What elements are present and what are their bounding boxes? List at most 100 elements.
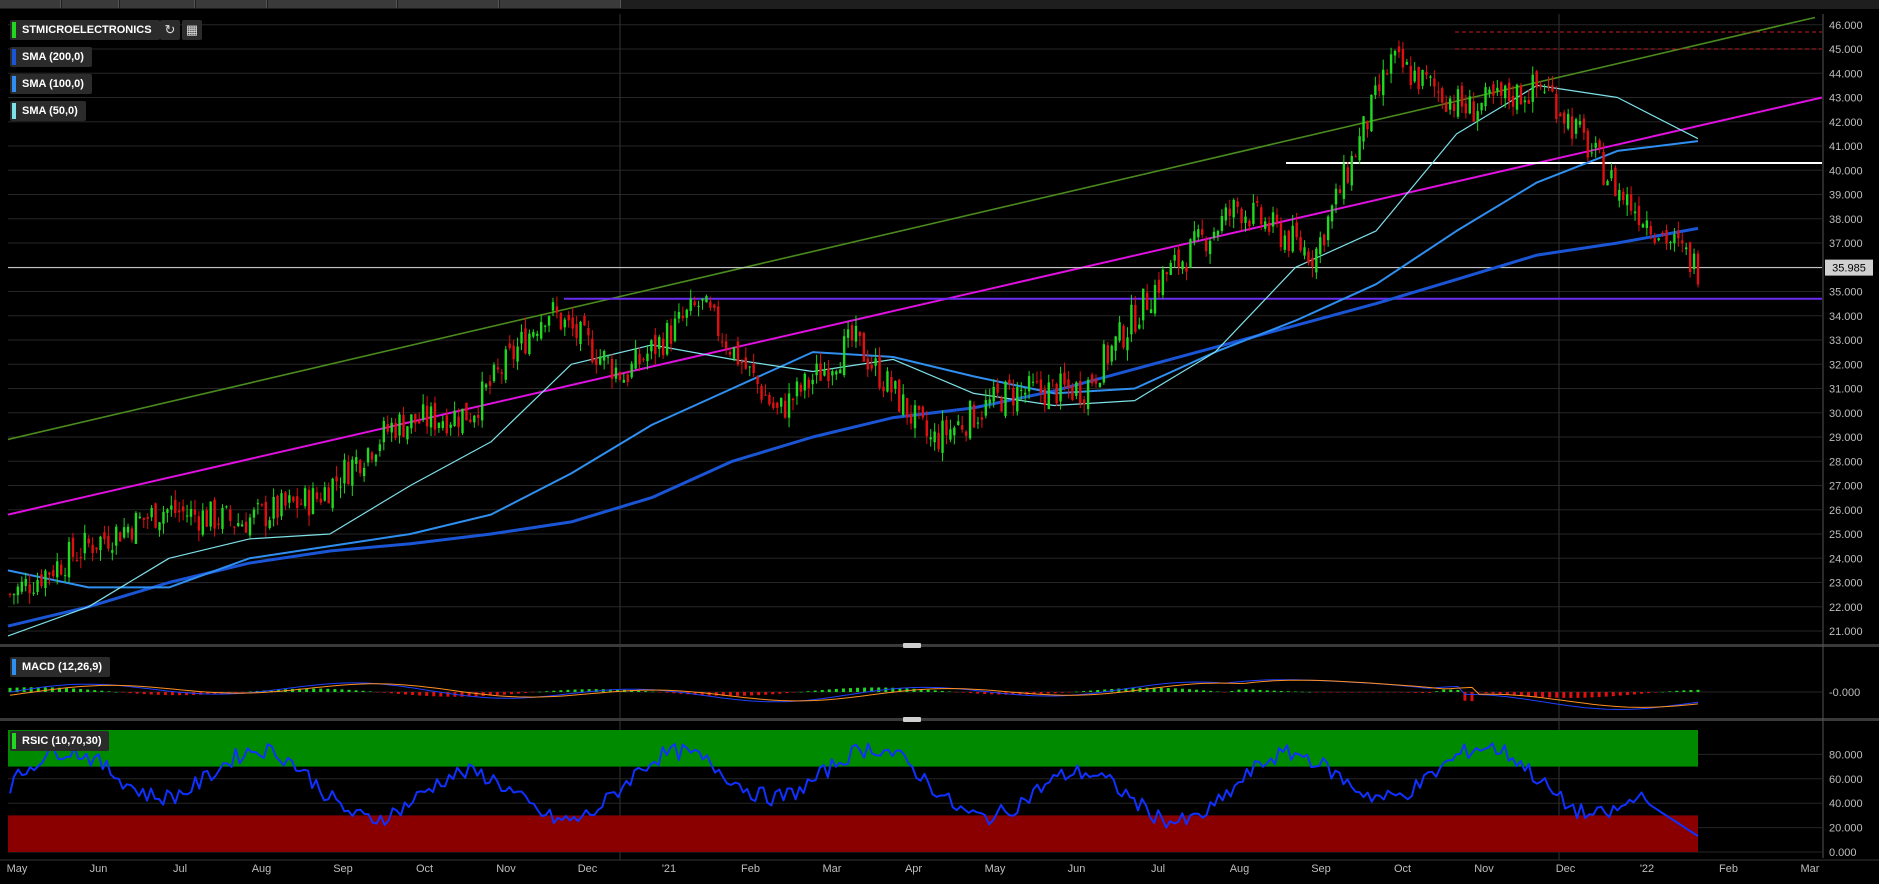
macd-histogram-bar — [1279, 690, 1283, 692]
candle-body — [16, 586, 20, 596]
refresh-button[interactable]: ↻ — [160, 20, 180, 40]
candle-body — [1610, 170, 1613, 179]
macd-histogram-bar — [517, 692, 521, 694]
macd-histogram-bar — [1555, 692, 1559, 698]
candle-body — [854, 325, 858, 342]
candle-body — [783, 400, 787, 418]
candle-body — [480, 381, 484, 421]
y-tick-label: 38.000 — [1829, 214, 1863, 226]
x-tick-label: Aug — [252, 863, 272, 875]
macd-histogram-bar — [43, 687, 47, 692]
candle-body — [905, 397, 909, 418]
macd-histogram-bar — [877, 687, 881, 692]
macd-histogram-bar — [121, 692, 125, 693]
tab-stub[interactable] — [398, 0, 499, 8]
macd-histogram-bar — [820, 690, 824, 692]
tab-stub[interactable] — [500, 0, 621, 8]
macd-histogram-bar — [1682, 690, 1686, 692]
candle-body — [1039, 379, 1043, 393]
chart-settings-icon: ▦ — [185, 22, 199, 37]
candle-body — [547, 316, 551, 326]
sma100-label[interactable]: SMA (100,0) — [10, 74, 92, 94]
macd-histogram-bar — [1244, 689, 1248, 692]
candle-body — [170, 505, 173, 510]
candle-body — [626, 374, 629, 382]
sma200-label[interactable]: SMA (200,0) — [10, 47, 92, 67]
macd-histogram-bar — [841, 688, 845, 692]
candle-body — [866, 358, 869, 370]
macd-histogram-bar — [940, 690, 944, 692]
candle-body — [1153, 285, 1157, 314]
rsi-y-tick-label: 0.000 — [1829, 847, 1857, 859]
macd-histogram-bar — [531, 692, 535, 693]
candle-body — [1169, 262, 1172, 275]
macd-label[interactable]: MACD (12,26,9) — [10, 657, 111, 677]
candle-body — [154, 503, 157, 528]
sma50-label[interactable]: SMA (50,0) — [10, 101, 86, 121]
candle-body — [599, 356, 602, 365]
pane-separator — [0, 718, 1879, 721]
candle-body — [559, 312, 563, 330]
candle-body — [827, 368, 830, 382]
candle-body — [406, 426, 409, 440]
macd-histogram-bar — [785, 692, 789, 694]
candle-body — [185, 515, 189, 517]
candle-body — [831, 371, 834, 376]
candle-body — [107, 535, 110, 549]
candle-body — [610, 359, 614, 379]
candle-body — [174, 499, 177, 514]
macd-histogram-bar — [856, 687, 860, 692]
tab-stub[interactable] — [268, 0, 397, 8]
candle-body — [1653, 238, 1656, 243]
candle-body — [1625, 194, 1629, 206]
candle-body — [79, 557, 83, 559]
candle-body — [1004, 381, 1007, 416]
macd-histogram-bar — [404, 692, 408, 695]
candle-body — [1409, 65, 1412, 86]
rsi-label[interactable]: RSIC (10,70,30) — [10, 731, 110, 751]
candle-body — [724, 341, 728, 349]
candle-body — [181, 506, 185, 512]
candle-body — [732, 347, 736, 359]
candle-body — [1665, 230, 1668, 244]
macd-histogram-bar — [743, 692, 747, 696]
candle-body — [575, 324, 578, 339]
candle-body — [1563, 112, 1566, 124]
instrument-label[interactable]: STMICROELECTRONICS — [10, 20, 160, 40]
candle-body — [1531, 74, 1534, 102]
macd-histogram-bar — [1343, 692, 1347, 693]
candle-body — [1354, 156, 1357, 158]
candle-body — [386, 423, 389, 432]
chart-settings-button[interactable]: ▦ — [182, 20, 202, 40]
y-tick-label: 22.000 — [1829, 602, 1863, 614]
macd-histogram-bar — [135, 692, 139, 694]
candle-body — [1260, 207, 1263, 225]
y-tick-label: 37.000 — [1829, 238, 1863, 250]
candle-body — [941, 420, 944, 453]
candle-body — [508, 343, 511, 349]
tab-stub[interactable] — [120, 0, 195, 8]
candle-body — [1688, 242, 1692, 273]
candle-body — [370, 452, 374, 460]
last-price-text: 35.985 — [1832, 263, 1866, 275]
tab-stub[interactable] — [196, 0, 267, 8]
candle-body — [1633, 211, 1637, 214]
candle-body — [992, 386, 995, 402]
macd-histogram-bar — [312, 688, 316, 692]
y-tick-label: 33.000 — [1829, 335, 1863, 347]
x-tick-label: Sep — [1311, 863, 1331, 875]
candle-body — [83, 532, 86, 554]
candle-body — [1067, 379, 1070, 388]
candle-body — [1075, 382, 1078, 396]
candle-body — [1382, 69, 1385, 96]
tab-stub[interactable] — [0, 0, 61, 8]
chart-area[interactable]: 21.000 22.000 23.000 24.000 25.000 26.000 27.0… — [0, 9, 1879, 884]
candle-body — [103, 532, 106, 540]
candle-body — [390, 422, 393, 433]
candle-body — [937, 432, 940, 450]
tab-stub[interactable] — [62, 0, 119, 8]
macd-histogram-bar — [1654, 692, 1658, 693]
candle-body — [91, 544, 94, 553]
macd-histogram-bar — [29, 687, 33, 692]
x-tick-label: Nov — [496, 863, 516, 875]
